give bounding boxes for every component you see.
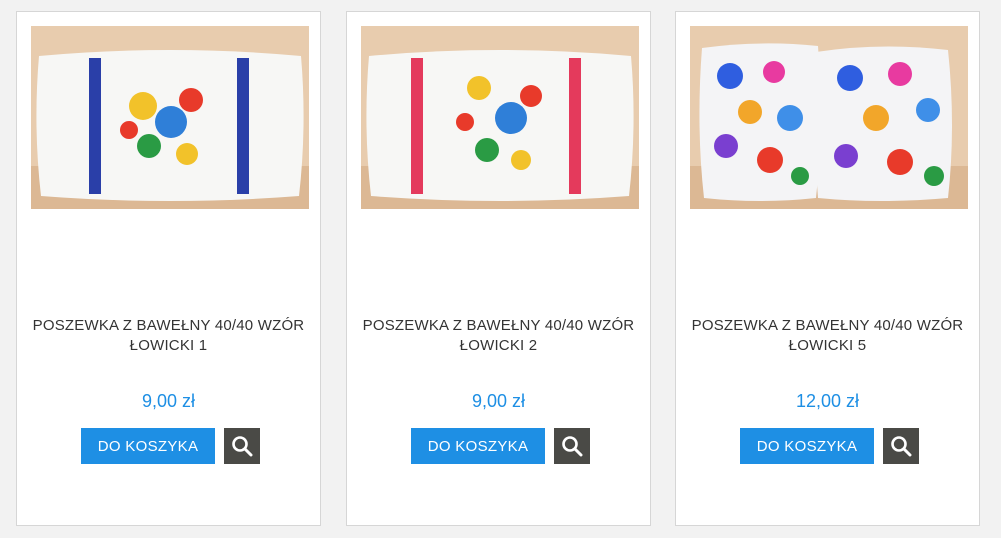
product-price: 9,00 zł <box>471 391 526 411</box>
product-price: 12,00 zł <box>795 391 860 411</box>
search-icon <box>232 436 253 457</box>
product-card: POSZEWKA Z BAWEŁNY 40/40 WZÓR ŁOWICKI 2 … <box>346 11 651 526</box>
add-to-cart-button[interactable]: DO KOSZYKA <box>81 428 215 464</box>
pillow-image <box>31 26 309 209</box>
quick-view-button[interactable] <box>224 428 260 464</box>
product-card: POSZEWKA Z BAWEŁNY 40/40 WZÓR ŁOWICKI 1 … <box>16 11 321 526</box>
product-card: POSZEWKA Z BAWEŁNY 40/40 WZÓR ŁOWICKI 5 … <box>675 11 980 526</box>
product-image[interactable] <box>31 26 309 209</box>
add-to-cart-button[interactable]: DO KOSZYKA <box>740 428 874 464</box>
product-image[interactable] <box>690 26 968 209</box>
product-title[interactable]: POSZEWKA Z BAWEŁNY 40/40 WZÓR ŁOWICKI 1 <box>25 316 312 356</box>
search-icon <box>562 436 583 457</box>
quick-view-button[interactable] <box>554 428 590 464</box>
quick-view-button[interactable] <box>883 428 919 464</box>
search-icon <box>891 436 912 457</box>
product-price: 9,00 zł <box>141 391 196 411</box>
product-title[interactable]: POSZEWKA Z BAWEŁNY 40/40 WZÓR ŁOWICKI 5 <box>684 316 971 356</box>
pillow-image <box>361 26 639 209</box>
product-grid: POSZEWKA Z BAWEŁNY 40/40 WZÓR ŁOWICKI 1 … <box>0 0 1001 538</box>
product-image[interactable] <box>361 26 639 209</box>
add-to-cart-button[interactable]: DO KOSZYKA <box>411 428 545 464</box>
pillow-image <box>690 26 968 209</box>
product-title[interactable]: POSZEWKA Z BAWEŁNY 40/40 WZÓR ŁOWICKI 2 <box>355 316 642 356</box>
